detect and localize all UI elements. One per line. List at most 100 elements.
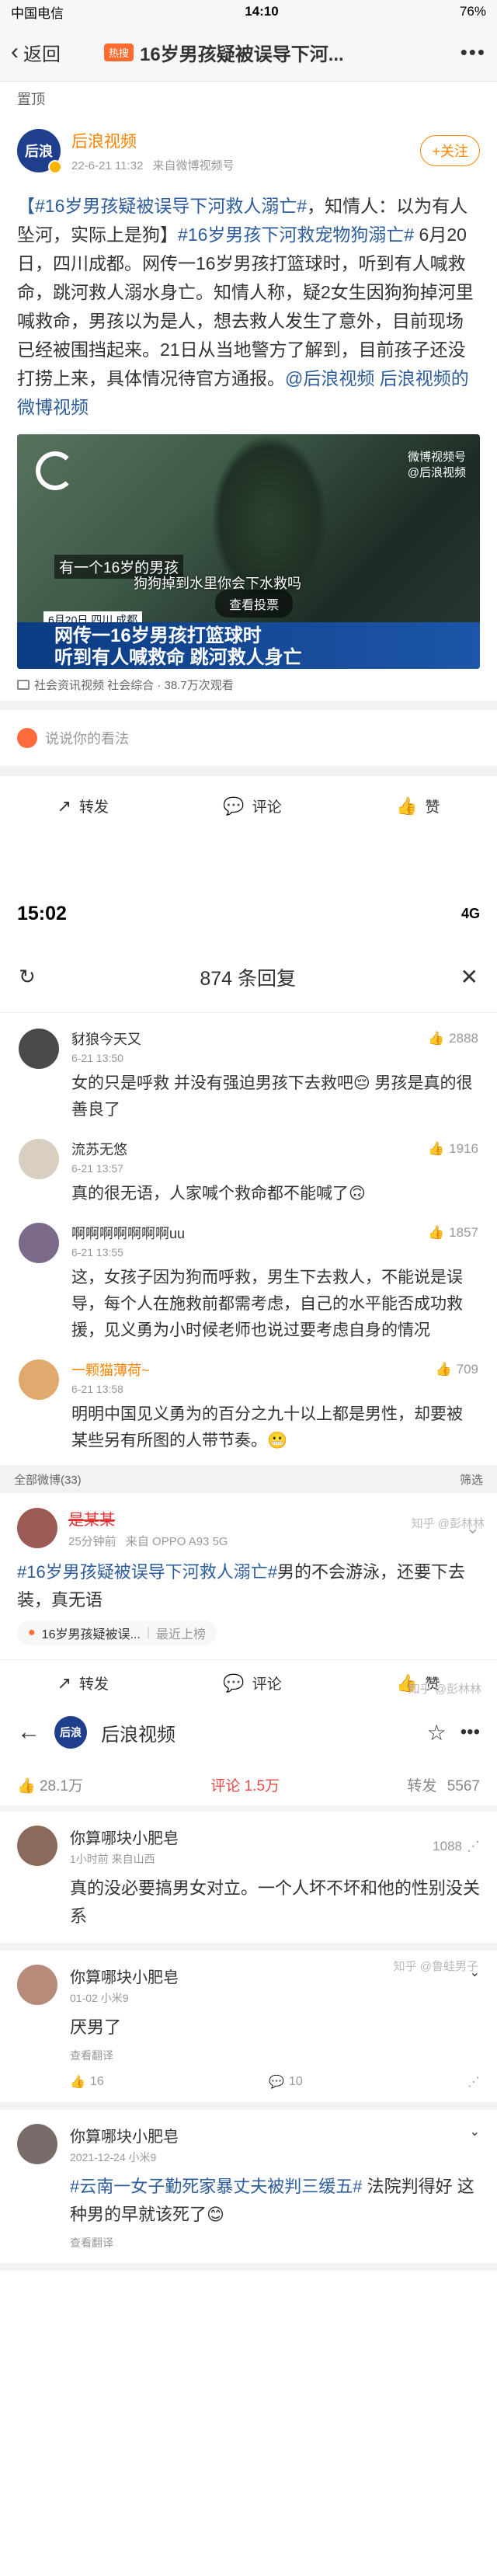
verified-icon <box>48 160 62 174</box>
avatar[interactable] <box>17 1965 57 2005</box>
comment-button[interactable]: 💬 10 <box>269 2074 303 2090</box>
avatar[interactable]: 后浪 <box>17 129 62 174</box>
comment-placeholder: 说说你的看法 <box>45 731 129 747</box>
avatar[interactable]: 后浪 <box>54 1716 87 1749</box>
reply-author[interactable]: 一颗猫薄荷~ <box>71 1359 150 1380</box>
video-meta-text: 社会资讯视频 社会综合 · 38.7万次观看 <box>34 679 234 692</box>
reply-item: 一颗猫薄荷~ 👍 709 6-21 13:58 明明中国见义勇为的百分之九十以上都是男性… <box>0 1344 497 1454</box>
thumb-up-icon: 👍 <box>395 795 418 816</box>
reply-author[interactable]: 流苏无悠 <box>71 1139 127 1159</box>
post-time: 25分钟前 <box>68 1535 116 1548</box>
vote-button[interactable]: 查看投票 <box>215 590 294 618</box>
avatar[interactable] <box>17 1826 57 1866</box>
comment-body: 真的没必要搞男女对立。一个人坏不坏和他的性别没关系 <box>70 1878 481 1926</box>
likes-stat[interactable]: 👍 28.1万 <box>17 1774 83 1795</box>
like-button[interactable]: 1088 ⋰ <box>433 1826 480 1867</box>
arrow-left-icon[interactable]: ← <box>17 1719 40 1746</box>
hashtag-link[interactable]: #16岁男孩疑被误导下河救人溺亡# <box>17 1562 277 1582</box>
comment-author-block: 你算哪块小肥皂 1小时前 来自山西 <box>70 1826 420 1867</box>
follow-button[interactable]: +关注 <box>420 135 480 166</box>
watermark: 知乎 @彭林林 <box>411 1517 485 1530</box>
video-banner: 网传一16岁男孩打篮球时 听到有人喊救命 跳河救人身亡 <box>17 622 480 669</box>
like-button[interactable]: 👍 赞 <box>396 795 440 816</box>
more-icon[interactable]: ••• <box>461 40 486 64</box>
hashtag-link[interactable]: @后浪视频 <box>285 368 374 388</box>
like-count: 1088 <box>433 1838 462 1854</box>
comment-meta: 1小时前 来自山西 <box>70 1853 155 1865</box>
comment-author[interactable]: 你算哪块小肥皂 <box>70 1826 420 1848</box>
reply-item: 啊啊啊啊啊啊啊uu 👍 1857 6-21 13:55 这，女孩子因为狗而呼救，男生下去… <box>0 1207 497 1344</box>
avatar[interactable] <box>19 1359 59 1400</box>
comment-icon: 💬 <box>223 795 245 816</box>
avatar[interactable] <box>17 1508 57 1548</box>
comment-icon: 💬 <box>223 1673 245 1693</box>
like-button[interactable]: 👍 1916 <box>428 1139 478 1159</box>
refresh-icon[interactable]: ↻ <box>19 965 36 989</box>
like-count: 709 <box>456 1362 478 1377</box>
share-button[interactable]: ⋰ <box>467 2074 480 2090</box>
nav-title-text: 16岁男孩疑被误导下河... <box>140 44 344 65</box>
filter-button[interactable]: 筛选 <box>460 1471 483 1488</box>
translate-link[interactable]: 查看翻译 <box>70 2235 480 2251</box>
avatar[interactable] <box>19 1029 59 1069</box>
like-count: 1916 <box>449 1141 478 1156</box>
hot-topic-chip[interactable]: ● 16岁男孩疑被误... | 最近上榜 <box>17 1620 217 1645</box>
forward-button[interactable]: ↗ 转发 <box>57 795 109 816</box>
like-button[interactable]: 👍 709 <box>435 1359 478 1380</box>
thumb-up-icon: 👍 <box>428 1031 445 1046</box>
comment-item: 你算哪块小肥皂 01-02 小米9 ⌄ 厌男了 查看翻译 👍 16 💬 10 ⋰ <box>0 1951 497 2110</box>
reply-time: 6-21 13:55 <box>71 1246 123 1258</box>
hashtag-link[interactable]: #云南一女子勤死家暴丈夫被判三缓五# <box>70 2177 362 2196</box>
comments-tab[interactable]: 评论 1.5万 <box>210 1774 280 1795</box>
like-button[interactable]: 👍 16 <box>70 2074 104 2090</box>
chevron-down-icon[interactable]: ⌄ <box>470 2124 480 2165</box>
comment-meta: 2021-12-24 小米9 <box>70 2151 157 2163</box>
comment-text: 厌男了 <box>70 2014 480 2042</box>
share-icon[interactable]: ⋰ <box>467 1839 480 1854</box>
close-icon[interactable]: ✕ <box>461 964 478 990</box>
reply-body: 豺狼今天又 👍 2888 6-21 13:50 女的只是呼救 并没有强迫男孩下去救吧😔 … <box>71 1029 478 1123</box>
comment-button[interactable]: 💬 评论 <box>223 795 281 816</box>
post-author[interactable]: 是某某 <box>68 1507 228 1530</box>
video-player[interactable]: 微博视频号 @后浪视频 有一个16岁的男孩 狗狗掉到水里你会下水救吗 查看投票 … <box>17 434 480 669</box>
share-icon: ↗ <box>57 1673 72 1693</box>
like-button[interactable]: 👍 1857 <box>428 1223 478 1243</box>
like-count: 16 <box>89 2075 104 2088</box>
like-button[interactable]: 👍 2888 <box>428 1029 478 1049</box>
replies-header: ↻ 874 条回复 ✕ <box>0 942 497 1013</box>
nav-title: 热搜 16岁男孩疑被误导下河... <box>104 39 461 66</box>
avatar[interactable] <box>19 1139 59 1179</box>
more-icon[interactable]: ••• <box>461 1721 480 1743</box>
comment-button[interactable]: 💬 评论 <box>223 1673 281 1694</box>
author-name[interactable]: 后浪视频 <box>71 129 234 152</box>
forward-tab[interactable]: 转发 5567 <box>407 1774 480 1795</box>
comment-box[interactable]: 说说你的看法 <box>0 710 497 766</box>
avatar[interactable] <box>17 2124 57 2164</box>
like-count: 2888 <box>449 1031 478 1046</box>
translate-link[interactable]: 查看翻译 <box>70 2048 480 2063</box>
thumb-up-icon: 👍 <box>17 1777 36 1794</box>
hashtag-link[interactable]: 【#16岁男孩疑被误导下河救人溺亡# <box>17 196 307 216</box>
hashtag-link[interactable]: #16岁男孩下河救宠物狗溺亡# <box>178 225 414 245</box>
reply-header: 流苏无悠 👍 1916 <box>71 1139 478 1159</box>
reply-author[interactable]: 啊啊啊啊啊啊啊uu <box>71 1223 185 1243</box>
chevron-left-icon: ‹ <box>11 39 19 64</box>
network: 4G <box>461 905 480 921</box>
weibo-post-screen: 中国电信 14:10 76% ‹ 返回 热搜 16岁男孩疑被误导下河... ••… <box>0 0 497 893</box>
divider <box>0 766 497 775</box>
back-button[interactable]: ‹ 返回 <box>11 39 104 66</box>
comment-header: 你算哪块小肥皂 2021-12-24 小米9 ⌄ <box>17 2124 480 2165</box>
thumb-up-icon: 👍 <box>435 1362 452 1377</box>
forward-button[interactable]: ↗ 转发 <box>57 1673 109 1694</box>
reply-header: 豺狼今天又 👍 2888 <box>71 1029 478 1049</box>
star-icon[interactable]: ☆ <box>427 1720 447 1746</box>
comment-author[interactable]: 你算哪块小肥皂 <box>70 2124 457 2146</box>
post-text: 【#16岁男孩疑被误导下河救人溺亡#，知情人：以为有人坠河，实际上是狗】#16岁… <box>0 186 497 422</box>
reply-time: 6-21 13:58 <box>71 1383 123 1395</box>
reply-author[interactable]: 豺狼今天又 <box>71 1029 141 1049</box>
thumb-up-icon: 👍 <box>428 1225 445 1240</box>
video-watermark: 微博视频号 @后浪视频 <box>407 451 466 479</box>
comment-author-block: 你算哪块小肥皂 2021-12-24 小米9 <box>70 2124 457 2165</box>
video-meta: 社会资讯视频 社会综合 · 38.7万次观看 <box>0 669 497 701</box>
avatar[interactable] <box>19 1223 59 1263</box>
